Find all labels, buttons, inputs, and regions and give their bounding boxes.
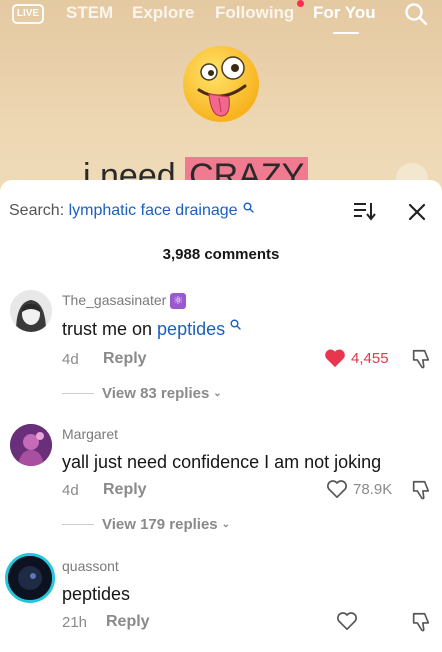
chevron-down-icon: ⌄ [213, 388, 222, 399]
active-tab-indicator [333, 32, 359, 34]
comment-age: 4d [62, 482, 79, 499]
view-replies-button[interactable]: View 179 replies ⌄ [62, 516, 230, 533]
atom-icon: ⚛ [170, 293, 187, 310]
comment-age: 21h [62, 614, 88, 631]
tab-for-you[interactable]: For You [313, 3, 376, 23]
heart-filled-icon [325, 349, 345, 368]
avatar-image [8, 556, 52, 600]
search-small-icon [230, 319, 241, 330]
comment-search-suggestion[interactable]: Search: lymphatic face drainage [9, 202, 254, 220]
sort-icon[interactable] [352, 200, 376, 222]
avatar-image [10, 424, 52, 466]
divider [62, 524, 94, 525]
like-button[interactable]: 78.9K [326, 479, 392, 499]
comment-count: 3,988 comments [162, 246, 280, 263]
comments-sheet: Search: lymphatic face drainage 3,988 co… [0, 180, 442, 652]
search-small-icon [243, 202, 254, 213]
comment-text: peptides [62, 584, 131, 604]
comment-text: trust me on peptides [62, 319, 241, 340]
chevron-down-icon: ⌄ [221, 519, 231, 530]
divider [62, 393, 94, 394]
like-button[interactable] [336, 611, 363, 631]
close-icon[interactable] [405, 200, 429, 224]
view-replies-button[interactable]: View 83 replies ⌄ [62, 385, 222, 402]
dislike-icon[interactable] [410, 611, 432, 633]
comment-text: yall just need confidence I am not jokin… [62, 452, 382, 472]
avatar[interactable] [10, 424, 52, 466]
comment-username[interactable]: Margaret [62, 426, 118, 442]
reply-button[interactable]: Reply [103, 481, 147, 499]
tab-following[interactable]: Following [215, 3, 294, 23]
like-count: 78.9K [353, 480, 393, 498]
zany-face-emoji [183, 46, 259, 122]
avatar-story-ring[interactable] [5, 553, 55, 603]
dislike-icon[interactable] [410, 348, 432, 370]
reply-button[interactable]: Reply [103, 350, 147, 368]
tab-explore[interactable]: Explore [132, 3, 194, 23]
live-button[interactable]: LIVE [12, 4, 44, 24]
view-replies-text: View 179 replies [102, 516, 218, 533]
search-query-link[interactable]: lymphatic face drainage [69, 202, 238, 219]
like-button[interactable]: 4,455 [324, 348, 389, 368]
heart-outline-icon [337, 612, 357, 630]
username-text: The_gasasinater [62, 292, 167, 308]
comment-age: 4d [62, 351, 79, 368]
search-keyword-link[interactable]: peptides [157, 319, 225, 339]
view-replies-text: View 83 replies [102, 385, 210, 402]
top-navigation: LIVE STEM Explore Following For You [0, 0, 442, 34]
tab-stem[interactable]: STEM [66, 3, 113, 23]
like-count: 4,455 [351, 349, 389, 367]
dislike-icon[interactable] [410, 479, 432, 501]
heart-outline-icon [327, 480, 347, 498]
following-notification-dot [297, 0, 304, 7]
search-label: Search: [9, 202, 65, 219]
search-icon[interactable] [404, 2, 428, 26]
avatar-image [10, 290, 52, 332]
reply-button[interactable]: Reply [106, 613, 150, 631]
comment-username[interactable]: quassont [62, 558, 119, 574]
avatar[interactable] [10, 290, 52, 332]
comment-username[interactable]: The_gasasinater ⚛ [62, 292, 187, 310]
comment-text-body: trust me on [62, 319, 158, 339]
